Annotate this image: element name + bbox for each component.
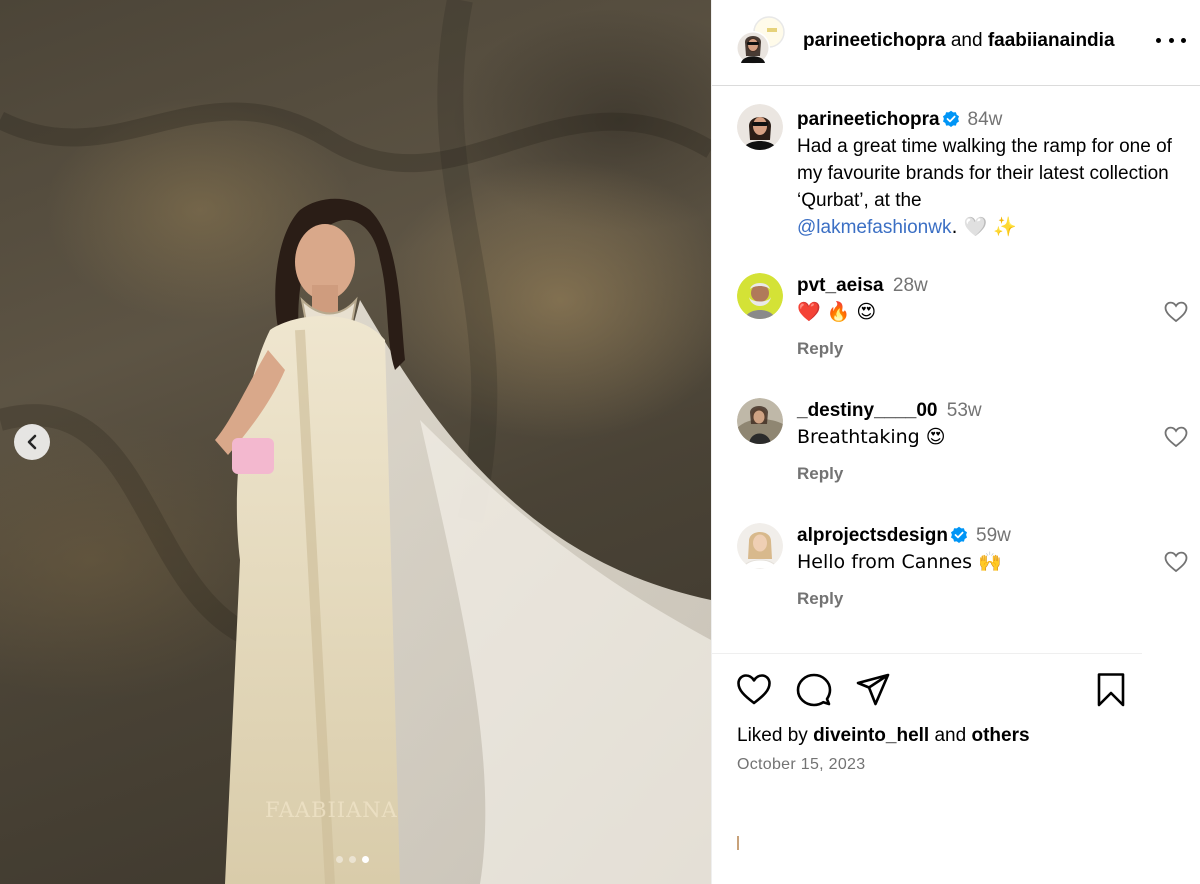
post-media: FAABIIANA: [0, 0, 711, 884]
comment-time[interactable]: 28w: [893, 275, 928, 296]
verified-icon: [951, 526, 967, 543]
post-photo: [0, 0, 711, 884]
collab-avatars[interactable]: [735, 16, 785, 66]
verified-icon: [942, 110, 959, 127]
brand-watermark: FAABIIANA: [265, 798, 398, 822]
more-options-button[interactable]: [1156, 28, 1186, 52]
post-header-title: parineetichopra and faabiianaindia: [803, 30, 1115, 52]
comment-icon[interactable]: [796, 672, 832, 708]
comment-meta: pvt_aeisa 28w: [797, 273, 928, 299]
liker-link[interactable]: diveinto_hell: [813, 725, 929, 746]
caption-text: Had a great time walking the ramp for on…: [797, 136, 1172, 211]
more-icon: [1156, 37, 1161, 43]
comment-username[interactable]: alprojectsdesign: [797, 525, 948, 546]
reply-button[interactable]: Reply: [797, 339, 843, 359]
caption-time[interactable]: 84w: [968, 109, 1003, 130]
comment-text: ❤️ 🔥 😍: [797, 301, 877, 323]
chevron-left-icon: [27, 434, 37, 450]
commenter-avatar[interactable]: [737, 398, 783, 444]
comment-meta: alprojectsdesign 59w: [797, 523, 1011, 549]
previous-slide-button[interactable]: [14, 424, 50, 460]
comment-time[interactable]: 53w: [947, 400, 982, 421]
others-link[interactable]: others: [971, 725, 1029, 746]
comment-item: pvt_aeisa 28w ❤️ 🔥 😍 Reply: [712, 273, 1200, 373]
post-caption: parineetichopra 84w Had a great time walk…: [797, 106, 1187, 241]
comment-heart-icon[interactable]: [1164, 301, 1188, 323]
caption-username[interactable]: parineetichopra: [797, 109, 940, 130]
likes-prefix: Liked by: [737, 725, 808, 746]
caption-mention[interactable]: @lakmefashionwk: [797, 217, 951, 238]
reply-button[interactable]: Reply: [797, 589, 843, 609]
caption-avatar[interactable]: [737, 104, 783, 150]
header-joiner: and: [950, 30, 983, 51]
comment-heart-icon[interactable]: [1164, 551, 1188, 573]
comment-item: _destiny____00 53w Breathtaking 😍 Reply: [712, 398, 1200, 498]
post-details-panel: parineetichopra and faabiianaindia parin…: [711, 0, 1200, 884]
comment-text: Hello from Cannes 🙌: [797, 551, 1002, 573]
slide-dot: [336, 856, 343, 863]
share-icon[interactable]: [855, 672, 891, 708]
collaborator-link[interactable]: faabiianaindia: [988, 30, 1115, 51]
actions-divider: [712, 653, 1142, 654]
comment-time[interactable]: 59w: [976, 525, 1011, 546]
post-date[interactable]: October 15, 2023: [737, 756, 865, 774]
author-link[interactable]: parineetichopra: [803, 30, 946, 51]
reply-button[interactable]: Reply: [797, 464, 843, 484]
comment-item: alprojectsdesign 59w Hello from Cannes 🙌 …: [712, 523, 1200, 623]
post-actions: [712, 672, 1200, 716]
comment-meta: _destiny____00 53w: [797, 398, 982, 424]
comment-text: Breathtaking 😍: [797, 426, 946, 448]
bookmark-icon[interactable]: [1093, 672, 1129, 708]
likes-joiner: and: [934, 725, 967, 746]
likes-summary: Liked by diveinto_hell and others: [737, 724, 1030, 748]
commenter-avatar[interactable]: [737, 523, 783, 569]
commenter-avatar[interactable]: [737, 273, 783, 319]
comment-heart-icon[interactable]: [1164, 426, 1188, 448]
slide-indicator: [336, 856, 369, 863]
heart-icon[interactable]: [736, 672, 772, 708]
slide-dot: [349, 856, 356, 863]
comment-username[interactable]: _destiny____00: [797, 400, 938, 421]
slide-dot-active: [362, 856, 369, 863]
post-header: parineetichopra and faabiianaindia: [712, 0, 1200, 86]
caption-suffix: . 🤍 ✨: [951, 216, 1017, 238]
comment-username[interactable]: pvt_aeisa: [797, 275, 884, 296]
text-cursor: [737, 836, 739, 850]
